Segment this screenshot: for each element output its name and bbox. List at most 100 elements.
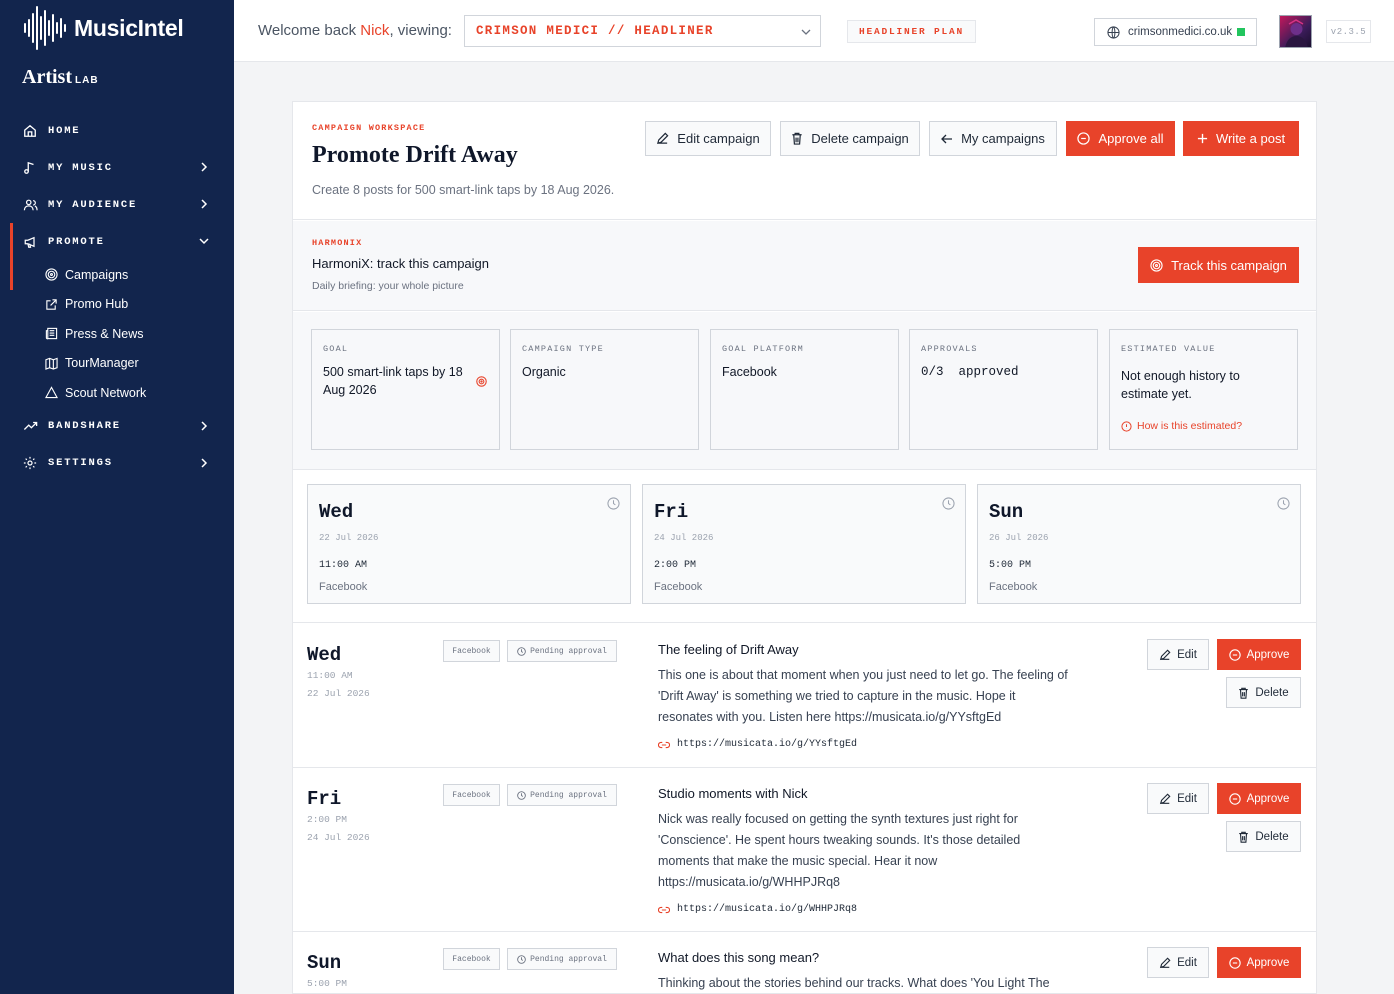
nav-my-audience[interactable]: MY AUDIENCE — [0, 186, 234, 223]
harmonix-subtitle: Daily briefing: your whole picture — [312, 280, 464, 292]
post-delete-button[interactable]: Delete — [1226, 677, 1301, 708]
check-circle-icon — [1228, 792, 1241, 805]
chevron-right-icon — [201, 199, 208, 209]
status-badge: Pending approval — [507, 640, 617, 662]
schedule-overview: Wed 22 Jul 2026 11:00 AM Facebook Fri 24… — [293, 471, 1316, 623]
post-item: Fri 2:00 PM 24 Jul 2026 Facebook Pending… — [293, 768, 1316, 932]
post-edit-button[interactable]: Edit — [1147, 639, 1209, 670]
sidebar: MusicIntel Artist LAB HOME MY MUSIC MY AU… — [0, 0, 234, 994]
post-edit-button[interactable]: Edit — [1147, 947, 1209, 978]
delete-campaign-button[interactable]: Delete campaign — [780, 121, 920, 156]
music-note-icon — [22, 160, 38, 176]
sidebar-item-campaigns[interactable]: Campaigns — [0, 260, 234, 290]
nav-my-music[interactable]: MY MUSIC — [0, 149, 234, 186]
product-name: Artist LAB — [22, 66, 99, 88]
plan-badge: HEADLINER PLAN — [847, 20, 976, 43]
post-link[interactable]: https://musicata.io/g/YYsftgEd — [658, 739, 857, 750]
section-label: CAMPAIGN WORKSPACE — [312, 123, 426, 133]
post-approve-button[interactable]: Approve — [1217, 947, 1301, 978]
nav-settings[interactable]: SETTINGS — [0, 445, 234, 482]
nav-bandshare[interactable]: BANDSHARE — [0, 408, 234, 445]
clock-icon — [517, 954, 526, 964]
campaign-workspace: CAMPAIGN WORKSPACE Promote Drift Away Cr… — [292, 101, 1317, 994]
schedule-day-card[interactable]: Wed 22 Jul 2026 11:00 AM Facebook — [307, 484, 631, 604]
write-post-button[interactable]: Write a post — [1183, 121, 1299, 156]
chevron-right-icon — [201, 162, 208, 172]
trash-icon — [1239, 687, 1249, 699]
schedule-day-card[interactable]: Sun 26 Jul 2026 5:00 PM Facebook — [977, 484, 1301, 604]
target-icon — [45, 268, 58, 281]
sidebar-item-promo-hub[interactable]: Promo Hub — [0, 290, 234, 320]
post-edit-button[interactable]: Edit — [1147, 783, 1209, 814]
chevron-down-icon — [801, 29, 811, 35]
post-title: The feeling of Drift Away — [658, 642, 799, 657]
my-campaigns-button[interactable]: My campaigns — [929, 121, 1057, 156]
users-icon — [22, 197, 38, 213]
megaphone-icon — [22, 234, 38, 250]
link-icon — [658, 906, 670, 913]
app-logo[interactable]: MusicIntel — [24, 4, 184, 52]
pencil-icon — [1159, 792, 1171, 804]
post-approve-button[interactable]: Approve — [1217, 783, 1301, 814]
trash-icon — [792, 132, 802, 145]
schedule-day-card[interactable]: Fri 24 Jul 2026 2:00 PM Facebook — [642, 484, 966, 604]
stat-approvals: APPROVALS 0/3 approved — [909, 329, 1098, 450]
domain-link[interactable]: crimsonmedici.co.uk — [1094, 18, 1257, 46]
clock-icon — [1277, 497, 1290, 510]
sidebar-item-scout-network[interactable]: Scout Network — [0, 378, 234, 408]
clock-icon — [517, 790, 526, 800]
clock-icon — [942, 497, 955, 510]
campaign-stats: GOAL 500 smart-link taps by 18 Aug 2026 … — [293, 312, 1316, 470]
info-icon — [1121, 420, 1132, 432]
chevron-right-icon — [201, 457, 208, 468]
track-campaign-button[interactable]: Track this campaign — [1138, 247, 1299, 283]
artist-select[interactable]: CRIMSON MEDICI // HEADLINER — [464, 15, 821, 47]
campaign-description: Create 8 posts for 500 smart-link taps b… — [312, 183, 615, 197]
platform-badge: Facebook — [443, 640, 500, 662]
trash-icon — [1239, 831, 1249, 843]
sidebar-item-tourmanager[interactable]: TourManager — [0, 349, 234, 379]
harmonix-title: HarmoniX: track this campaign — [312, 256, 490, 271]
triangle-icon — [45, 386, 58, 399]
gear-icon — [22, 455, 38, 471]
post-approve-button[interactable]: Approve — [1217, 639, 1301, 670]
plus-icon — [1197, 133, 1208, 144]
main-nav: HOME MY MUSIC MY AUDIENCE PROMOTE Campai… — [0, 112, 234, 482]
pencil-icon — [657, 132, 669, 145]
post-link[interactable]: https://musicata.io/g/WHHPJRq8 — [658, 904, 857, 915]
map-icon — [45, 357, 58, 370]
target-icon — [476, 376, 487, 387]
chevron-down-icon — [199, 238, 209, 245]
status-badge: Pending approval — [507, 784, 617, 806]
chevron-right-icon — [201, 420, 208, 431]
platform-badge: Facebook — [443, 784, 500, 806]
estimate-info-link[interactable]: How is this estimated? — [1121, 420, 1242, 432]
status-badge: Pending approval — [507, 948, 617, 970]
post-item: Wed 11:00 AM 22 Jul 2026 Facebook Pendin… — [293, 624, 1316, 768]
nav-promote[interactable]: PROMOTE — [0, 223, 234, 260]
home-icon — [22, 123, 38, 139]
post-title: Studio moments with Nick — [658, 786, 808, 801]
sidebar-item-press-news[interactable]: Press & News — [0, 319, 234, 349]
campaign-header: CAMPAIGN WORKSPACE Promote Drift Away Cr… — [293, 102, 1316, 220]
globe-icon — [1107, 25, 1120, 39]
pencil-icon — [1159, 956, 1171, 968]
status-dot — [1237, 28, 1245, 36]
edit-campaign-button[interactable]: Edit campaign — [645, 121, 771, 156]
clock-icon — [607, 497, 620, 510]
post-body: Thinking about the stories behind our tr… — [658, 976, 1050, 990]
approve-all-button[interactable]: Approve all — [1066, 121, 1175, 156]
post-body: This one is about that moment when you j… — [658, 668, 1068, 724]
stat-campaign-type: CAMPAIGN TYPE Organic — [510, 329, 699, 450]
promote-submenu: Campaigns Promo Hub Press & News TourMan… — [0, 260, 234, 408]
avatar[interactable] — [1279, 15, 1312, 48]
post-delete-button[interactable]: Delete — [1226, 821, 1301, 852]
link-icon — [658, 741, 670, 748]
nav-home[interactable]: HOME — [0, 112, 234, 149]
version-badge: v2.3.5 — [1326, 20, 1371, 43]
app-name: MusicIntel — [74, 14, 184, 41]
post-body: Nick was really focused on getting the s… — [658, 812, 1021, 889]
external-link-icon — [45, 298, 58, 311]
top-header: Welcome back Nick, viewing: CRIMSON MEDI… — [234, 0, 1394, 62]
stat-goal-platform: GOAL PLATFORM Facebook — [710, 329, 899, 450]
